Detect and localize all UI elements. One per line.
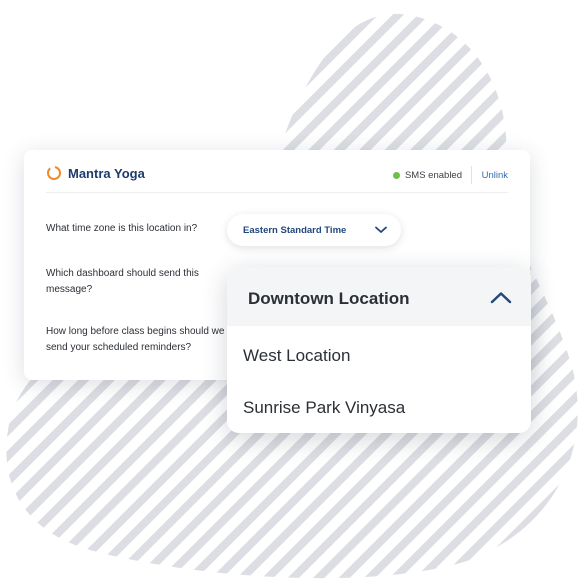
chevron-up-icon	[490, 292, 512, 304]
location-dropdown: Downtown Location West Location Sunrise …	[227, 267, 531, 433]
brand-name: Mantra Yoga	[68, 166, 145, 181]
chevron-down-icon	[375, 226, 387, 233]
sms-status-label: SMS enabled	[404, 170, 462, 181]
location-dropdown-selected[interactable]: Downtown Location	[227, 267, 531, 326]
location-option-label: Sunrise Park Vinyasa	[243, 398, 406, 417]
location-option-label: West Location	[243, 346, 351, 365]
header-divider	[471, 166, 472, 184]
card-header: Mantra Yoga SMS enabled Unlink	[46, 150, 508, 193]
unlink-link[interactable]: Unlink	[482, 170, 508, 181]
sms-status: SMS enabled	[392, 170, 462, 181]
location-option[interactable]: West Location	[227, 330, 531, 380]
location-option[interactable]: Sunrise Park Vinyasa	[227, 382, 531, 432]
status-dot-icon	[392, 172, 400, 179]
mantra-yoga-logo-icon	[47, 165, 61, 180]
selected-location-label: Downtown Location	[248, 289, 410, 308]
timezone-select[interactable]: Eastern Standard Time	[227, 214, 401, 246]
timezone-question: What time zone is this location in?	[46, 223, 198, 234]
timezone-select-value: Eastern Standard Time	[243, 225, 347, 236]
reminder-question: How long before class begins should we s…	[46, 326, 225, 353]
dashboard-question: Which dashboard should send this message…	[46, 268, 199, 295]
